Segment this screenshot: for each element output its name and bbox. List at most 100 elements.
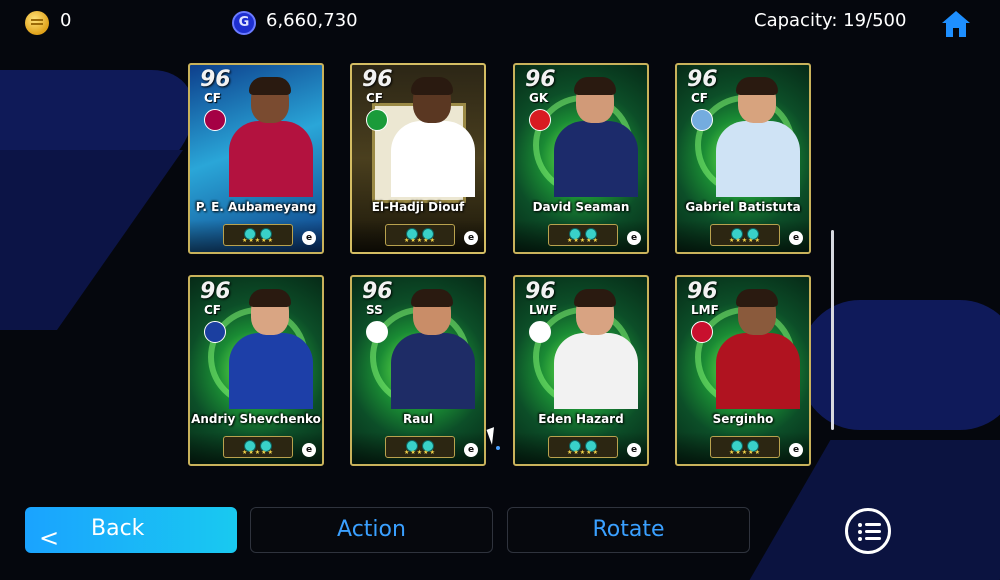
player-portrait	[387, 77, 475, 197]
player-card[interactable]: 96 LWF Eden Hazard ★★★★★ e	[513, 275, 649, 466]
player-kit	[229, 121, 313, 197]
club-badge-icon	[691, 321, 713, 343]
player-portrait	[712, 77, 800, 197]
player-name: David Seaman	[532, 200, 630, 214]
player-rating: 96	[200, 67, 231, 92]
stars-icon: ★★★★★	[567, 449, 599, 456]
club-badge-icon	[204, 321, 226, 343]
player-hair	[249, 289, 291, 307]
capacity-label: Capacity: 19/500	[754, 10, 907, 31]
stars-icon: ★★★★★	[567, 237, 599, 244]
player-position: CF	[204, 303, 222, 317]
player-hair	[574, 289, 616, 307]
player-rating: 96	[525, 279, 556, 304]
back-button[interactable]: < Back	[25, 507, 237, 553]
player-card[interactable]: 96 CF El-Hadji Diouf ★★★★★ e	[350, 63, 486, 254]
card-base: ★★★★★ e	[352, 220, 484, 252]
player-hair	[736, 289, 778, 307]
player-portrait	[712, 289, 800, 409]
stars-icon: ★★★★★	[404, 237, 436, 244]
efootball-logo-icon: e	[627, 443, 641, 457]
back-label: Back	[91, 516, 145, 541]
efootball-logo-icon: e	[302, 231, 316, 245]
menu-line	[865, 523, 881, 526]
player-portrait	[550, 77, 638, 197]
menu-line	[865, 537, 881, 540]
player-name: P. E. Aubameyang	[195, 200, 317, 214]
player-card[interactable]: 96 CF Gabriel Batistuta ★★★★★ e	[675, 63, 811, 254]
player-hair	[249, 77, 291, 95]
player-kit	[716, 121, 800, 197]
action-button[interactable]: Action	[250, 507, 493, 553]
player-portrait	[225, 77, 313, 197]
menu-dot	[858, 530, 862, 534]
player-name: Raul	[403, 412, 433, 426]
skill-plate: ★★★★★	[710, 436, 780, 458]
list-menu-icon[interactable]	[845, 508, 891, 554]
scrollbar[interactable]	[831, 230, 834, 430]
efootball-logo-icon: e	[464, 443, 478, 457]
player-card[interactable]: 96 CF P. E. Aubameyang ★★★★★ e	[188, 63, 324, 254]
card-base: ★★★★★ e	[352, 432, 484, 464]
club-badge-icon	[529, 109, 551, 131]
card-base: ★★★★★ e	[515, 220, 647, 252]
player-name: Gabriel Batistuta	[685, 200, 801, 214]
efootball-logo-icon: e	[789, 231, 803, 245]
player-position: CF	[691, 91, 709, 105]
skill-plate: ★★★★★	[223, 436, 293, 458]
gp-icon: G	[232, 11, 256, 35]
player-kit	[716, 333, 800, 409]
player-rating: 96	[687, 279, 718, 304]
stars-icon: ★★★★★	[404, 449, 436, 456]
rotate-button[interactable]: Rotate	[507, 507, 750, 553]
coin-balance: 0	[60, 10, 72, 31]
player-rating: 96	[362, 279, 393, 304]
background-shape	[0, 150, 184, 330]
player-kit	[391, 121, 475, 197]
gp-balance: 6,660,730	[266, 10, 358, 31]
cursor-dot	[496, 446, 500, 450]
club-badge-icon	[529, 321, 551, 343]
player-card[interactable]: 96 SS Raul ★★★★★ e	[350, 275, 486, 466]
player-position: LMF	[691, 303, 719, 317]
menu-dot	[858, 537, 862, 541]
card-base: ★★★★★ e	[190, 432, 322, 464]
menu-line	[865, 530, 881, 533]
player-position: SS	[366, 303, 383, 317]
player-card[interactable]: 96 GK David Seaman ★★★★★ e	[513, 63, 649, 254]
player-hair	[574, 77, 616, 95]
efootball-logo-icon: e	[627, 231, 641, 245]
club-badge-icon	[366, 109, 388, 131]
card-base: ★★★★★ e	[190, 220, 322, 252]
efootball-logo-icon: e	[302, 443, 316, 457]
card-base: ★★★★★ e	[677, 220, 809, 252]
player-card[interactable]: 96 LMF Serginho ★★★★★ e	[675, 275, 811, 466]
stars-icon: ★★★★★	[242, 449, 274, 456]
club-badge-icon	[366, 321, 388, 343]
player-name: Serginho	[712, 412, 774, 426]
skill-plate: ★★★★★	[385, 436, 455, 458]
player-name: Eden Hazard	[538, 412, 624, 426]
efootball-logo-icon: e	[464, 231, 478, 245]
player-position: GK	[529, 91, 549, 105]
chevron-left-icon: <	[39, 524, 60, 552]
player-rating: 96	[200, 279, 231, 304]
player-position: LWF	[529, 303, 558, 317]
player-name: El-Hadji Diouf	[371, 200, 465, 214]
home-icon[interactable]	[940, 8, 972, 40]
player-portrait	[550, 289, 638, 409]
player-hair	[411, 77, 453, 95]
club-badge-icon	[204, 109, 226, 131]
player-kit	[229, 333, 313, 409]
club-badge-icon	[691, 109, 713, 131]
coin-icon	[25, 11, 49, 35]
player-card[interactable]: 96 CF Andriy Shevchenko ★★★★★ e	[188, 275, 324, 466]
player-hair	[411, 289, 453, 307]
player-portrait	[225, 289, 313, 409]
player-position: CF	[204, 91, 222, 105]
efootball-logo-icon: e	[789, 443, 803, 457]
stars-icon: ★★★★★	[729, 449, 761, 456]
player-position: CF	[366, 91, 384, 105]
player-rating: 96	[525, 67, 556, 92]
skill-plate: ★★★★★	[385, 224, 455, 246]
